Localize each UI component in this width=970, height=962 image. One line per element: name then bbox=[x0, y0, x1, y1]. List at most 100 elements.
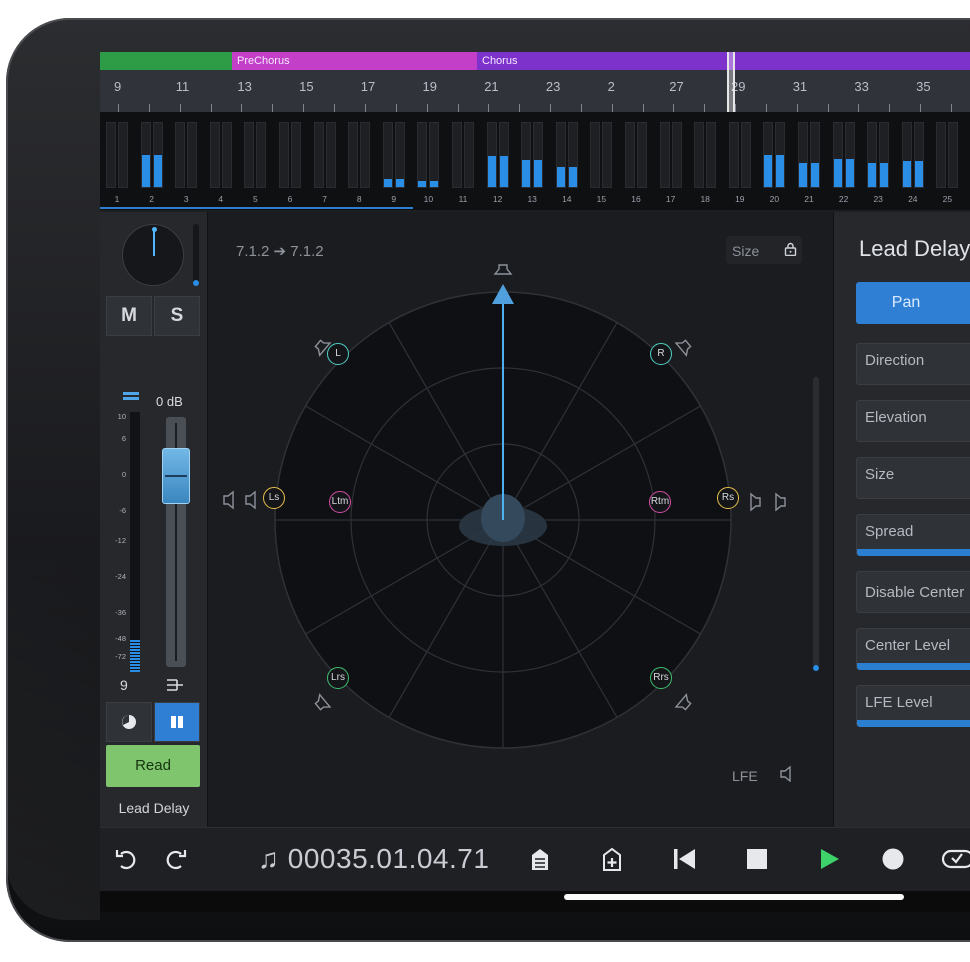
track-meter[interactable] bbox=[313, 122, 344, 188]
track-meter[interactable] bbox=[694, 122, 724, 188]
pan-mode-button[interactable]: Pan bbox=[856, 282, 970, 324]
meter-channel bbox=[394, 122, 405, 188]
track-meter[interactable] bbox=[209, 122, 240, 188]
speaker-ls[interactable]: Ls bbox=[263, 487, 285, 509]
speaker-icon bbox=[750, 492, 761, 512]
track-meter[interactable] bbox=[728, 122, 759, 188]
param-spread[interactable]: Spread bbox=[856, 514, 970, 556]
track-meter[interactable] bbox=[590, 122, 620, 188]
plugin-view-button[interactable] bbox=[154, 702, 200, 742]
mute-button[interactable]: M bbox=[106, 296, 152, 336]
height-slider[interactable] bbox=[813, 377, 819, 671]
meter-channel bbox=[417, 122, 428, 188]
param-elevation[interactable]: Elevation bbox=[856, 400, 970, 442]
track-meter[interactable] bbox=[106, 122, 136, 188]
track-meter[interactable] bbox=[659, 122, 690, 188]
track-meter[interactable] bbox=[798, 122, 828, 188]
stop-icon[interactable] bbox=[744, 846, 770, 874]
arranger-section[interactable]: PreChorus bbox=[232, 52, 477, 70]
solo-button[interactable]: S bbox=[154, 296, 200, 336]
track-meter[interactable] bbox=[832, 122, 863, 188]
speaker-ltm[interactable]: Ltm bbox=[329, 491, 351, 513]
add-marker-icon[interactable] bbox=[600, 846, 624, 874]
track-meter[interactable] bbox=[140, 122, 171, 188]
size-lock-toggle[interactable]: Size bbox=[726, 236, 802, 264]
meter-fill bbox=[418, 180, 427, 187]
track-number: 4 bbox=[218, 194, 224, 204]
param-size[interactable]: Size bbox=[856, 457, 970, 499]
track-meter[interactable] bbox=[175, 122, 205, 188]
lfe-label: LFE bbox=[732, 768, 758, 784]
meter-channel bbox=[140, 122, 151, 188]
track-number: 7 bbox=[322, 194, 327, 204]
speaker-lrs[interactable]: Lrs bbox=[327, 667, 349, 689]
param-lfe-level[interactable]: LFE Level bbox=[856, 685, 970, 727]
ruler-tick-label: 11 bbox=[175, 79, 190, 94]
ruler-tick-label: 13 bbox=[237, 79, 252, 94]
marker-icon[interactable] bbox=[528, 846, 552, 874]
routing-icon[interactable] bbox=[166, 678, 184, 695]
track-meter[interactable] bbox=[244, 122, 274, 188]
track-meter[interactable] bbox=[382, 122, 413, 188]
track-meter[interactable] bbox=[555, 122, 586, 188]
play-icon[interactable] bbox=[816, 846, 842, 874]
ruler-tick-label: 21 bbox=[484, 79, 499, 94]
scale-label: -36 bbox=[115, 608, 126, 617]
timeline-ruler[interactable]: 9 11 13 15 17 19 21 23 2 27 29 31 33 35 bbox=[100, 70, 970, 112]
param-disable-center[interactable]: Disable Center bbox=[856, 571, 970, 613]
redo-icon[interactable] bbox=[160, 846, 190, 874]
track-meter[interactable] bbox=[625, 122, 655, 188]
volume-fader-handle[interactable] bbox=[162, 448, 190, 504]
track-meter[interactable] bbox=[901, 122, 932, 188]
meter-channel bbox=[152, 122, 163, 188]
lock-icon bbox=[784, 242, 797, 256]
playhead[interactable] bbox=[727, 52, 735, 114]
surround-panner[interactable]: 7.1.2 ➔ 7.1.2 Size LFE L R Ls Rs Ltm Rtm Lrs Rr… bbox=[208, 212, 833, 827]
record-icon[interactable] bbox=[880, 846, 906, 874]
meter-channel bbox=[313, 122, 324, 188]
automation-envelope-button[interactable] bbox=[106, 702, 152, 742]
loop-icon[interactable] bbox=[940, 846, 970, 874]
lfe-speaker-icon[interactable] bbox=[780, 765, 794, 785]
arranger-section[interactable]: Chorus bbox=[477, 52, 970, 70]
speaker-rs[interactable]: Rs bbox=[717, 487, 739, 509]
param-direction[interactable]: Direction bbox=[856, 343, 970, 385]
panner-field[interactable] bbox=[208, 212, 833, 827]
panner-settings-panel: Lead Delay Pan Direction Elevation Size Spr… bbox=[833, 212, 970, 827]
param-center-level[interactable]: Center Level bbox=[856, 628, 970, 670]
rewind-icon[interactable] bbox=[670, 846, 698, 874]
speaker-l[interactable]: L bbox=[327, 343, 349, 365]
volume-db-readout: 0 dB bbox=[156, 394, 183, 409]
ruler-mark bbox=[364, 104, 366, 112]
arranger-section[interactable] bbox=[100, 52, 232, 70]
meter-channel bbox=[913, 122, 924, 188]
track-meter[interactable] bbox=[417, 122, 447, 188]
track-meter[interactable] bbox=[867, 122, 897, 188]
ruler-tick-label: 35 bbox=[916, 79, 931, 94]
track-number: 19 bbox=[735, 194, 745, 204]
meter-fill bbox=[914, 161, 923, 187]
automation-read-button[interactable]: Read bbox=[106, 745, 200, 787]
track-meter[interactable] bbox=[348, 122, 378, 188]
time-display[interactable]: ♫ 00035.01.04.71 bbox=[258, 843, 489, 875]
ruler-mark bbox=[951, 104, 953, 112]
track-meter[interactable] bbox=[279, 122, 309, 188]
speaker-rtm[interactable]: Rtm bbox=[649, 491, 671, 513]
track-number: 11 bbox=[458, 194, 468, 204]
param-value-bar bbox=[857, 549, 970, 556]
speaker-rrs[interactable]: Rrs bbox=[650, 667, 672, 689]
meter-channel bbox=[555, 122, 566, 188]
track-meter[interactable] bbox=[486, 122, 517, 188]
panel-title: Lead Delay bbox=[859, 236, 970, 261]
channel-strip: M S 0 dB 10 6 0 -6 -12 -24 -36 -48 -72 9 Read Le… bbox=[100, 212, 208, 827]
pan-knob[interactable] bbox=[122, 224, 184, 286]
track-meter[interactable] bbox=[936, 122, 966, 188]
track-meter[interactable] bbox=[521, 122, 551, 188]
size-label: Size bbox=[732, 243, 760, 259]
speaker-r[interactable]: R bbox=[650, 343, 672, 365]
home-indicator[interactable] bbox=[564, 894, 904, 900]
track-meter[interactable] bbox=[763, 122, 793, 188]
track-meter[interactable] bbox=[452, 122, 482, 188]
meter-channel bbox=[382, 122, 393, 188]
undo-icon[interactable] bbox=[112, 846, 142, 874]
